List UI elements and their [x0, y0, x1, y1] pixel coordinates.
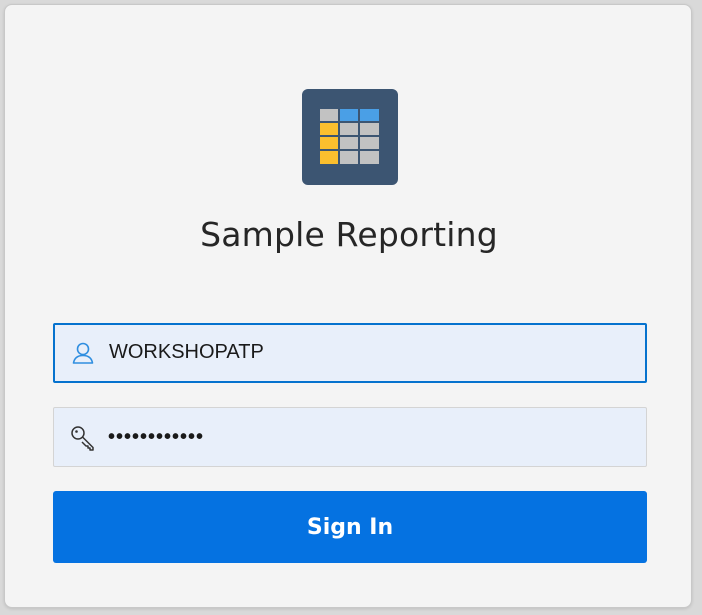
login-card: Sample Reporting Sign In	[4, 4, 692, 608]
username-field[interactable]	[53, 323, 647, 383]
page-title: Sample Reporting	[200, 215, 498, 254]
app-logo	[302, 89, 398, 185]
password-input[interactable]	[108, 408, 628, 466]
user-icon	[72, 342, 94, 364]
password-field[interactable]	[53, 407, 647, 467]
table-grid-icon	[320, 109, 379, 164]
sign-in-button[interactable]: Sign In	[53, 491, 647, 563]
key-icon	[71, 426, 94, 451]
username-input[interactable]	[109, 324, 629, 380]
